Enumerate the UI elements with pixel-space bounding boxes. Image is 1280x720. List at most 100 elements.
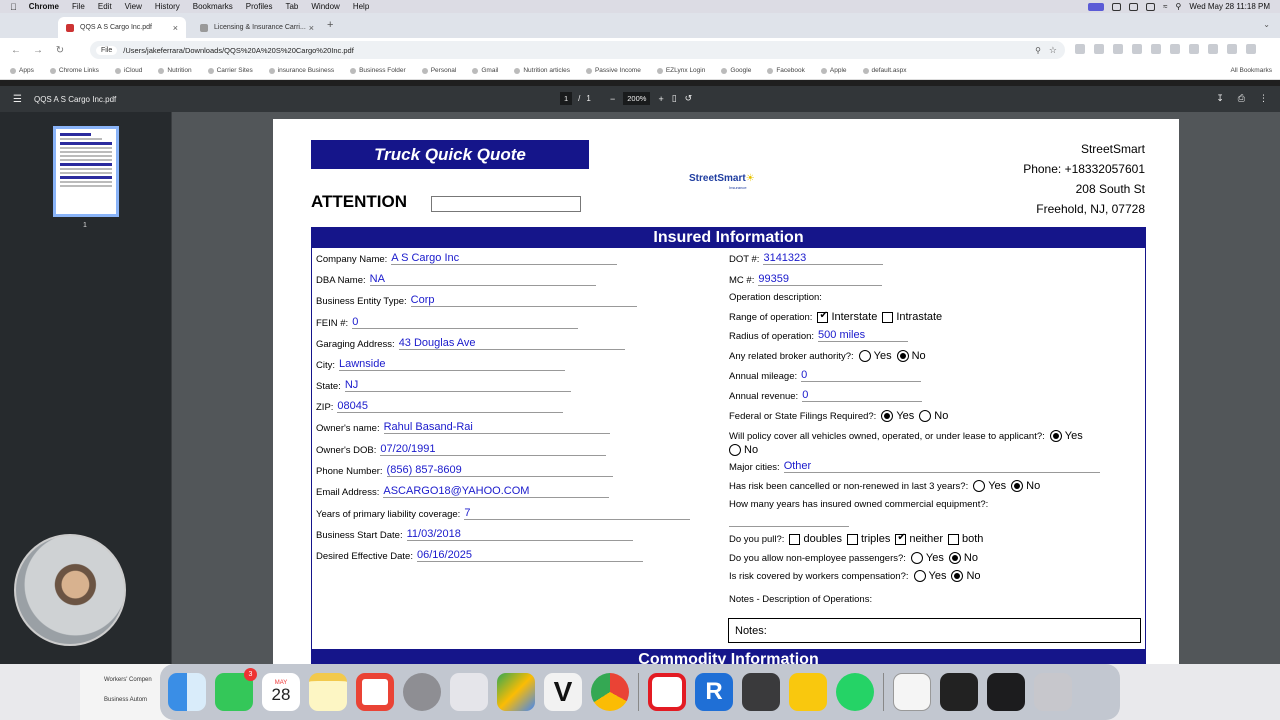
zoom-value[interactable]: 200% — [623, 92, 651, 105]
bookmark-folder[interactable]: Chrome Links — [49, 67, 99, 74]
passengers-yes-radio[interactable] — [910, 552, 923, 564]
file-chip[interactable]: File — [96, 45, 118, 55]
whatsapp-icon[interactable] — [836, 673, 874, 711]
mileage-input[interactable]: 0 — [801, 369, 922, 382]
terminal-icon[interactable] — [987, 673, 1025, 711]
owner-name-input[interactable]: Rahul Basand-Rai — [383, 421, 610, 434]
app-icon[interactable] — [742, 673, 780, 711]
app-icon[interactable] — [789, 673, 827, 711]
bookmark-facebook[interactable]: Facebook — [767, 67, 805, 74]
page-number-input[interactable]: 1 — [560, 92, 573, 105]
notes-icon[interactable] — [309, 673, 347, 711]
tab-pdf[interactable]: QQS A S Cargo Inc.pdf × — [58, 17, 186, 38]
major-cities-input[interactable]: Other — [783, 460, 1100, 473]
bookmark-gmail[interactable]: Gmail — [472, 67, 498, 74]
bookmark-apps[interactable]: Apps — [10, 67, 34, 74]
status-icon[interactable] — [1129, 2, 1139, 11]
chevron-down-icon[interactable]: ⌄ — [1263, 20, 1270, 29]
status-icon[interactable] — [1112, 2, 1122, 11]
bookmark-folder[interactable]: iCloud — [114, 67, 142, 74]
state-input[interactable]: NJ — [344, 379, 571, 392]
menu-bookmarks[interactable]: Bookmarks — [193, 2, 233, 11]
pdf-viewer[interactable]: Truck Quick Quote ATTENTION StreetSmart☀… — [172, 112, 1280, 664]
preview-icon[interactable] — [450, 673, 488, 711]
broker-no-radio[interactable] — [896, 350, 909, 362]
tab-licensing[interactable]: Licensing & Insurance Carri... × — [192, 17, 322, 38]
zoom-out-icon[interactable]: − — [610, 94, 615, 104]
extension-icon[interactable] — [1151, 44, 1161, 54]
bookmark-folder[interactable]: Nutrition articles — [514, 67, 570, 74]
bookmark-apple[interactable]: Apple — [820, 67, 847, 74]
menu-window[interactable]: Window — [311, 2, 339, 11]
bookmark-folder[interactable]: insurance Business — [268, 67, 334, 74]
apple-icon[interactable]:  — [10, 2, 17, 12]
bookmark-folder[interactable]: Business Folder — [350, 67, 406, 74]
extension-icon[interactable] — [1075, 44, 1085, 54]
close-icon[interactable]: × — [309, 23, 314, 33]
dba-name-input[interactable]: NA — [369, 273, 596, 286]
cover-no-radio[interactable] — [729, 444, 741, 456]
bookmark-default[interactable]: default.aspx — [862, 67, 907, 74]
extension-icon[interactable] — [1113, 44, 1123, 54]
star-icon[interactable]: ☆ — [1049, 45, 1057, 56]
menu-file[interactable]: File — [72, 2, 85, 11]
filings-yes-radio[interactable] — [881, 410, 894, 422]
close-icon[interactable]: × — [173, 23, 178, 33]
reload-icon[interactable]: ↻ — [54, 45, 66, 56]
search-icon[interactable]: ⚲ — [1176, 2, 1182, 11]
document-icon[interactable] — [893, 673, 931, 711]
back-icon[interactable]: ← — [10, 45, 22, 56]
rotate-icon[interactable]: ↺ — [685, 93, 693, 104]
dot-input[interactable]: 3141323 — [763, 252, 884, 265]
extension-icon[interactable] — [1170, 44, 1180, 54]
all-bookmarks[interactable]: All Bookmarks — [1230, 67, 1272, 74]
google-meet-icon[interactable] — [497, 673, 535, 711]
extension-icon[interactable] — [1132, 44, 1142, 54]
phone-input[interactable]: (856) 857-8609 — [386, 464, 613, 477]
rocket-icon[interactable]: R — [695, 673, 733, 711]
window-icon[interactable] — [940, 673, 978, 711]
broker-yes-radio[interactable] — [858, 350, 871, 362]
city-input[interactable]: Lawnside — [339, 358, 565, 371]
owner-dob-input[interactable]: 07/20/1991 — [380, 443, 607, 456]
mc-input[interactable]: 99359 — [758, 273, 883, 286]
bookmark-folder[interactable]: Carrier Sites — [207, 67, 253, 74]
calendar-icon[interactable]: MAY 28 — [262, 673, 300, 711]
zip-input[interactable]: 08045 — [337, 400, 564, 413]
effective-date-input[interactable]: 06/16/2025 — [416, 549, 643, 562]
bookmark-folder[interactable]: Personal — [421, 67, 456, 74]
menu-view[interactable]: View — [125, 2, 142, 11]
clock[interactable]: Wed May 28 11:18 PM — [1189, 2, 1270, 11]
menu-icon[interactable]: ☰ — [13, 94, 22, 105]
revenue-input[interactable]: 0 — [802, 389, 923, 402]
filings-no-radio[interactable] — [919, 410, 932, 422]
zoom-in-icon[interactable]: + — [658, 94, 663, 104]
neither-checkbox[interactable] — [895, 532, 907, 545]
passengers-no-radio[interactable] — [948, 552, 961, 564]
extension-icon[interactable] — [1094, 44, 1104, 54]
years-equipment-input[interactable] — [729, 515, 849, 527]
zoom-icon[interactable]: ⚲ — [1035, 46, 1041, 55]
cover-yes-radio[interactable] — [1049, 430, 1062, 442]
menu-app-name[interactable]: Chrome — [29, 2, 59, 11]
more-icon[interactable]: ⋮ — [1259, 93, 1268, 104]
menu-history[interactable]: History — [155, 2, 180, 11]
fit-page-icon[interactable]: ▯ — [672, 93, 677, 104]
attention-field[interactable] — [431, 196, 581, 212]
extension-icon[interactable] — [1189, 44, 1199, 54]
url-text[interactable]: /Users/jakeferrara/Downloads/QQS%20A%20S… — [123, 46, 354, 55]
email-input[interactable]: ASCARGO18@YAHOO.COM — [383, 485, 610, 498]
cancelled-yes-radio[interactable] — [973, 480, 986, 492]
entity-type-input[interactable]: Corp — [410, 294, 637, 307]
both-checkbox[interactable] — [947, 533, 959, 545]
address-bar[interactable]: File /Users/jakeferrara/Downloads/QQS%20… — [90, 41, 1065, 59]
company-name-input[interactable]: A S Cargo Inc — [391, 252, 618, 265]
finder-icon[interactable] — [168, 673, 206, 711]
menu-profiles[interactable]: Profiles — [246, 2, 273, 11]
download-icon[interactable] — [1208, 44, 1218, 54]
bookmark-folder[interactable]: Passive Income — [585, 67, 641, 74]
notes-field[interactable]: Notes: — [728, 618, 1141, 643]
interstate-checkbox[interactable] — [817, 310, 829, 323]
garaging-address-input[interactable]: 43 Douglas Ave — [398, 337, 625, 350]
business-start-input[interactable]: 11/03/2018 — [406, 528, 633, 541]
